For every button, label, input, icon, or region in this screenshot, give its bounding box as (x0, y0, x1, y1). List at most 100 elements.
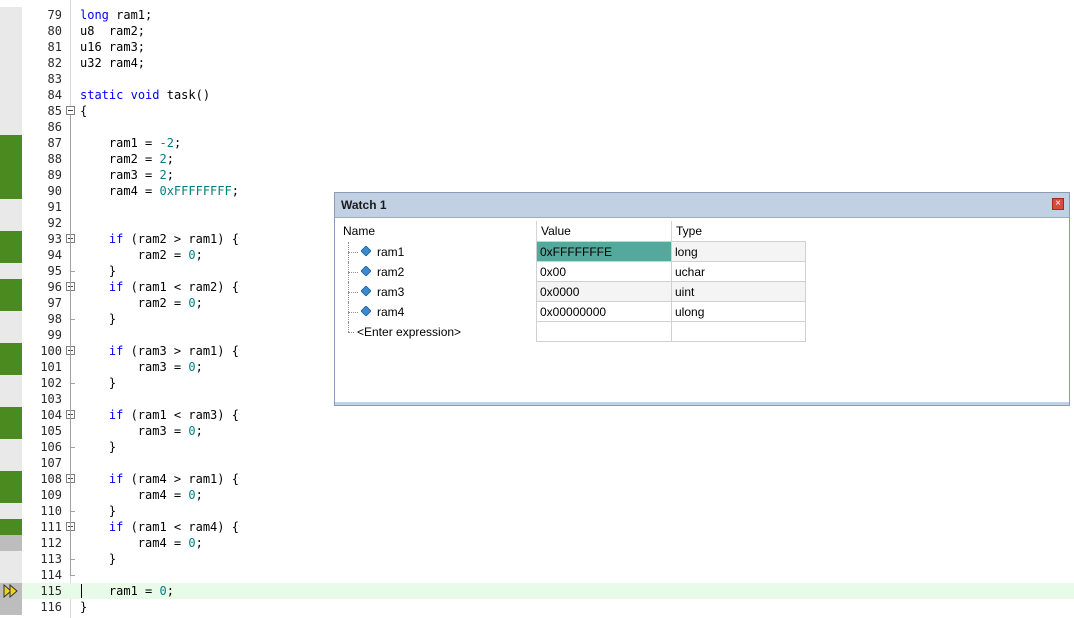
tree-connector (348, 271, 358, 273)
line-number: 84 (47, 88, 62, 102)
code-line[interactable]: 80 u8 ram2; (0, 23, 1074, 39)
code-text: } (80, 440, 117, 454)
code-line[interactable]: 88 ram2 = 2; (0, 151, 1074, 167)
code-line[interactable]: 85 { (0, 103, 1074, 119)
coverage-marker (0, 503, 22, 519)
code-line[interactable]: 89 ram3 = 2; (0, 167, 1074, 183)
line-number: 87 (47, 136, 62, 150)
code-line[interactable]: 83 (0, 71, 1074, 87)
watch-cell-value[interactable]: 0x0000 (536, 281, 672, 302)
code-line[interactable]: 86 (0, 119, 1074, 135)
coverage-marker (0, 327, 22, 343)
code-line[interactable]: 107 (0, 455, 1074, 471)
tree-connector (348, 321, 349, 332)
watch-row[interactable]: ram3 0x0000 uint (339, 281, 806, 302)
code-line[interactable]: 82 u32 ram4; (0, 55, 1074, 71)
code-text: if (ram1 < ram2) { (108, 280, 239, 294)
line-number: 89 (47, 168, 62, 182)
fold-collapse-icon[interactable] (66, 106, 75, 115)
code-text: static void task() (80, 88, 211, 102)
coverage-marker (0, 471, 22, 487)
fold-end-marker (70, 575, 75, 576)
code-text: ram4 = 0; (80, 488, 203, 502)
code-text: u16 ram3; (80, 40, 146, 54)
watch-titlebar[interactable]: Watch 1 × (335, 193, 1069, 218)
code-line[interactable]: 109 ram4 = 0; (0, 487, 1074, 503)
watch-cell-value[interactable] (536, 321, 672, 342)
coverage-marker (0, 599, 22, 615)
enter-expression-cell[interactable]: <Enter expression> (339, 321, 537, 342)
coverage-marker (0, 551, 22, 567)
code-line[interactable]: 113 } (0, 551, 1074, 567)
line-number: 90 (47, 184, 62, 198)
watch-cell-type (671, 321, 806, 342)
watch-row[interactable]: ram1 0xFFFFFFFE long (339, 241, 806, 262)
code-text: if (ram1 < ram3) { (108, 408, 239, 422)
column-header-value[interactable]: Value (536, 221, 672, 242)
coverage-marker (0, 119, 22, 135)
watch-row[interactable]: ram2 0x00 uchar (339, 261, 806, 282)
code-line[interactable]: 105 ram3 = 0; (0, 423, 1074, 439)
line-number: 86 (47, 120, 62, 134)
watch-cell-name[interactable]: ram4 (339, 301, 537, 322)
code-text: ram2 = 0; (80, 296, 203, 310)
coverage-marker (0, 407, 22, 423)
code-text: u8 ram2; (80, 24, 146, 38)
code-line[interactable]: 79 long ram1; (0, 7, 1074, 23)
code-line[interactable]: 114 (0, 567, 1074, 583)
code-line[interactable]: 110 } (0, 503, 1074, 519)
coverage-marker (0, 23, 22, 39)
watch-cell-value[interactable]: 0x00000000 (536, 301, 672, 322)
coverage-marker (0, 343, 22, 359)
enter-expression-row[interactable]: <Enter expression> (339, 321, 806, 342)
coverage-marker (0, 455, 22, 471)
code-line[interactable]: 116} (0, 599, 1074, 615)
watch-cell-value[interactable]: 0xFFFFFFFE (536, 241, 672, 262)
coverage-marker (0, 7, 22, 23)
coverage-marker (0, 359, 22, 375)
code-line[interactable]: 112 ram4 = 0; (0, 535, 1074, 551)
code-line[interactable]: 106 } (0, 439, 1074, 455)
code-line[interactable]: 108 if (ram4 > ram1) { (0, 471, 1074, 487)
code-line[interactable]: 81 u16 ram3; (0, 39, 1074, 55)
watch-window[interactable]: Watch 1 × Name Value Type ram1 0xFFFFFFFE… (334, 192, 1070, 406)
coverage-marker (0, 439, 22, 455)
close-icon[interactable]: × (1052, 198, 1064, 210)
code-text: } (80, 264, 117, 278)
watch-cell-type: uint (671, 281, 806, 302)
line-number: 81 (47, 40, 62, 54)
watch-cell-value[interactable]: 0x00 (536, 261, 672, 282)
variable-diamond-icon (361, 265, 371, 276)
code-text: ram4 = 0xFFFFFFFF; (80, 184, 239, 198)
coverage-marker (0, 391, 22, 407)
watch-row[interactable]: ram4 0x00000000 ulong (339, 301, 806, 322)
code-text: ram2 = 0; (80, 248, 203, 262)
line-number: 82 (47, 56, 62, 70)
column-header-name[interactable]: Name (339, 221, 537, 242)
line-number: 94 (47, 248, 62, 262)
code-line[interactable]: 104 if (ram1 < ram3) { (0, 407, 1074, 423)
column-header-type[interactable]: Type (672, 221, 806, 242)
code-text: ram4 = 0; (80, 536, 203, 550)
coverage-marker (0, 215, 22, 231)
watch-cell-name[interactable]: ram2 (339, 261, 537, 282)
coverage-marker (0, 199, 22, 215)
line-number: 88 (47, 152, 62, 166)
line-number: 106 (40, 440, 62, 454)
code-line[interactable]: 84 static void task() (0, 87, 1074, 103)
watch-cell-type: long (671, 241, 806, 262)
line-number: 92 (47, 216, 62, 230)
watch-title: Watch 1 (341, 198, 387, 212)
tree-connector (348, 251, 358, 253)
code-line[interactable]: 87 ram1 = -2; (0, 135, 1074, 151)
coverage-marker (0, 375, 22, 391)
code-line[interactable]: 111 if (ram1 < ram4) { (0, 519, 1074, 535)
watch-cell-name[interactable]: ram3 (339, 281, 537, 302)
line-number: 93 (47, 232, 62, 246)
line-number: 105 (40, 424, 62, 438)
line-number: 109 (40, 488, 62, 502)
code-text: if (ram3 > ram1) { (108, 344, 239, 358)
watch-cell-name[interactable]: ram1 (339, 241, 537, 262)
line-number: 111 (40, 520, 62, 534)
code-line[interactable]: 115 ram1 = 0; (0, 583, 1074, 599)
